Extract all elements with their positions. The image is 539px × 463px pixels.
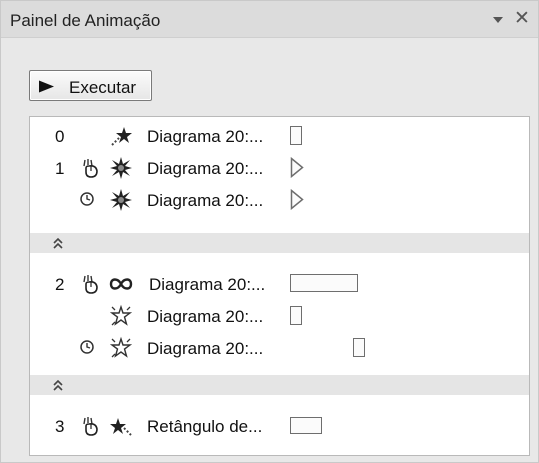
after-previous-clock-icon — [80, 340, 94, 354]
collapse-chevron-icon — [53, 237, 63, 249]
timing-bar[interactable] — [290, 306, 302, 325]
animation-item[interactable]: 0 Diagrama 20:... — [30, 120, 529, 152]
timing-bar[interactable] — [290, 189, 304, 210]
play-button[interactable]: Executar — [29, 70, 152, 101]
pane-title-bar: Painel de Animação ✕ — [1, 1, 538, 38]
burst-emphasis-icon — [110, 189, 132, 211]
timing-bar[interactable] — [290, 126, 302, 145]
motion-path-loop-icon — [109, 278, 133, 290]
play-triangle-icon — [39, 80, 54, 93]
on-click-mouse-icon — [83, 275, 98, 294]
item-label: Diagrama 20:... — [147, 339, 264, 358]
item-label: Diagrama 20:... — [147, 127, 264, 146]
animation-item[interactable]: Diagrama 20:... — [30, 184, 529, 216]
item-label: Diagrama 20:... — [147, 307, 264, 326]
pane-title: Painel de Animação — [10, 11, 161, 30]
animation-item[interactable]: Diagrama 20:... — [30, 332, 529, 364]
animation-item[interactable]: Diagrama 20:... — [30, 300, 529, 332]
close-icon[interactable]: ✕ — [513, 9, 531, 29]
timing-bar[interactable] — [353, 338, 365, 357]
timing-bar[interactable] — [290, 274, 358, 292]
timing-bar[interactable] — [290, 157, 304, 178]
animation-item[interactable]: 3 Retângulo de... — [30, 410, 529, 442]
after-previous-clock-icon — [80, 192, 94, 206]
item-order-number: 2 — [55, 275, 65, 294]
item-order-number: 0 — [55, 127, 65, 146]
on-click-mouse-icon — [83, 417, 98, 436]
play-button-label: Executar — [69, 78, 137, 97]
timing-bar[interactable] — [290, 417, 322, 434]
item-label: Diagrama 20:... — [147, 191, 264, 210]
on-click-mouse-icon — [83, 159, 98, 178]
animation-pane: Painel de Animação ✕ Executar 0 Diagrama… — [0, 0, 539, 463]
star-exit-icon — [110, 418, 132, 436]
item-order-number: 1 — [55, 159, 65, 178]
burst-emphasis-icon — [110, 157, 132, 179]
animation-item[interactable]: 2 Diagrama 20:... — [30, 268, 529, 300]
item-label: Retângulo de... — [147, 417, 263, 436]
item-label: Diagrama 20:... — [149, 275, 266, 294]
group-separator[interactable] — [30, 375, 529, 395]
dropdown-arrow-icon[interactable] — [491, 13, 505, 27]
item-order-number: 3 — [55, 417, 65, 436]
sparkle-star-icon — [109, 336, 133, 358]
animation-list: 0 Diagrama 20:... 1 Diagrama 20:... Diag… — [29, 116, 530, 456]
sparkle-star-icon — [109, 304, 133, 326]
star-entrance-icon — [111, 127, 132, 146]
group-separator[interactable] — [30, 233, 529, 253]
collapse-chevron-icon — [53, 379, 63, 391]
animation-item[interactable]: 1 Diagrama 20:... — [30, 152, 529, 184]
item-label: Diagrama 20:... — [147, 159, 264, 178]
